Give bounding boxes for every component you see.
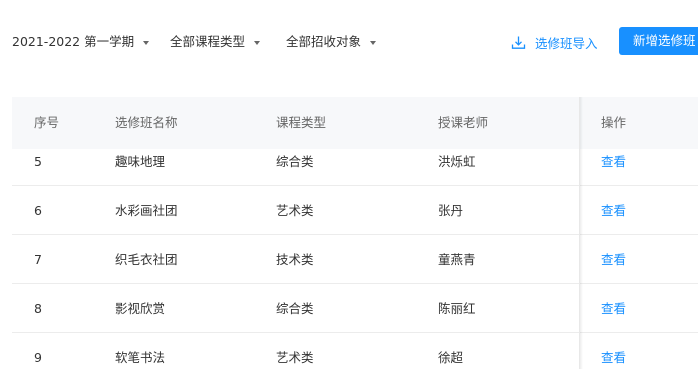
cell-no: 5 (34, 154, 42, 169)
import-button-label: 选修班导入 (535, 35, 598, 51)
cell-no: 6 (34, 203, 42, 218)
cell-name: 影视欣赏 (115, 301, 166, 316)
view-link[interactable]: 查看 (601, 154, 626, 170)
cell-name: 水彩画社团 (115, 203, 178, 218)
view-link[interactable]: 查看 (601, 203, 626, 219)
cell-no: 8 (34, 301, 42, 316)
caret-down-icon (143, 40, 150, 45)
toolbar: 2021-2022 第一学期 全部课程类型 全部招收对象 选修班导入 新增选修班 (0, 0, 698, 84)
header-type: 课程类型 (276, 115, 327, 130)
header-teacher: 授课老师 (438, 115, 489, 130)
cell-no: 9 (34, 350, 42, 365)
target-select[interactable]: 全部招收对象 (286, 33, 377, 51)
table-row: 8 影视欣赏 综合类 陈丽红 查看 (12, 284, 698, 333)
table-row: 5 趣味地理 综合类 洪烁虹 查看 (12, 149, 698, 186)
cell-type: 综合类 (276, 301, 314, 316)
term-select[interactable]: 2021-2022 第一学期 (12, 33, 150, 51)
course-type-select-label: 全部课程类型 (170, 34, 246, 49)
cell-teacher: 陈丽红 (438, 301, 476, 316)
caret-down-icon (254, 40, 261, 45)
table-row: 7 织毛衣社团 技术类 童燕青 查看 (12, 235, 698, 284)
header-name: 选修班名称 (115, 115, 178, 130)
download-icon (511, 35, 526, 50)
cell-name: 软笔书法 (115, 350, 166, 365)
cell-type: 技术类 (276, 252, 314, 267)
view-link[interactable]: 查看 (601, 301, 626, 317)
cell-name: 趣味地理 (115, 154, 166, 169)
course-type-select[interactable]: 全部课程类型 (170, 33, 261, 51)
table-row: 9 软笔书法 艺术类 徐超 查看 (12, 333, 698, 382)
target-select-label: 全部招收对象 (286, 34, 362, 49)
table-header: 序号 选修班名称 课程类型 授课老师 操作 (12, 97, 698, 149)
view-link[interactable]: 查看 (601, 350, 626, 366)
term-select-label: 2021-2022 第一学期 (12, 34, 135, 49)
table-row: 6 水彩画社团 艺术类 张丹 查看 (12, 186, 698, 235)
view-link[interactable]: 查看 (601, 252, 626, 268)
class-table: 序号 选修班名称 课程类型 授课老师 操作 5 趣味地理 综合类 洪烁虹 查看 … (12, 97, 698, 382)
cell-name: 织毛衣社团 (115, 252, 178, 267)
cell-teacher: 洪烁虹 (438, 154, 476, 169)
cell-teacher: 童燕青 (438, 252, 476, 267)
header-no: 序号 (34, 115, 60, 130)
cell-no: 7 (34, 252, 42, 267)
cell-teacher: 徐超 (438, 350, 464, 365)
import-button[interactable]: 选修班导入 (511, 32, 598, 52)
cell-type: 综合类 (276, 154, 314, 169)
header-op: 操作 (601, 115, 627, 130)
caret-down-icon (370, 40, 377, 45)
cell-teacher: 张丹 (438, 203, 464, 218)
fixed-column-divider (579, 97, 583, 369)
add-class-button[interactable]: 新增选修班 (619, 27, 698, 55)
cell-type: 艺术类 (276, 203, 314, 218)
cell-type: 艺术类 (276, 350, 314, 365)
